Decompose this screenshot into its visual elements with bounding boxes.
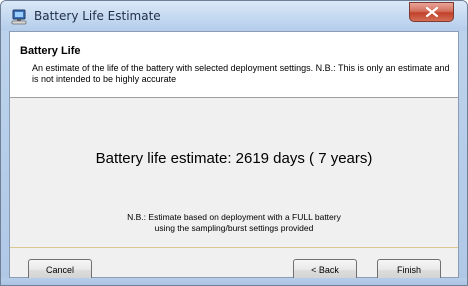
- close-icon: [426, 7, 438, 17]
- note-line-1: N.B.: Estimate based on deployment with …: [127, 212, 341, 222]
- dialog-content: Battery Life An estimate of the life of …: [9, 31, 459, 281]
- dialog-window: Battery Life Estimate Battery Life An es…: [0, 0, 468, 286]
- computer-icon: [11, 9, 27, 25]
- header-description: An estimate of the life of the battery w…: [32, 63, 450, 84]
- title-bar[interactable]: Battery Life Estimate: [1, 1, 467, 31]
- note-line-2: using the sampling/burst settings provid…: [154, 223, 314, 233]
- battery-estimate-text: Battery life estimate: 2619 days ( 7 yea…: [95, 150, 373, 167]
- header-title: Battery Life: [20, 45, 81, 57]
- estimate-note: N.B.: Estimate based on deployment with …: [10, 212, 458, 234]
- header-panel: Battery Life An estimate of the life of …: [10, 32, 458, 98]
- window-bottom-frame: [1, 278, 467, 285]
- close-button[interactable]: [409, 2, 454, 22]
- footer-divider: [10, 247, 458, 248]
- window-title: Battery Life Estimate: [34, 9, 161, 23]
